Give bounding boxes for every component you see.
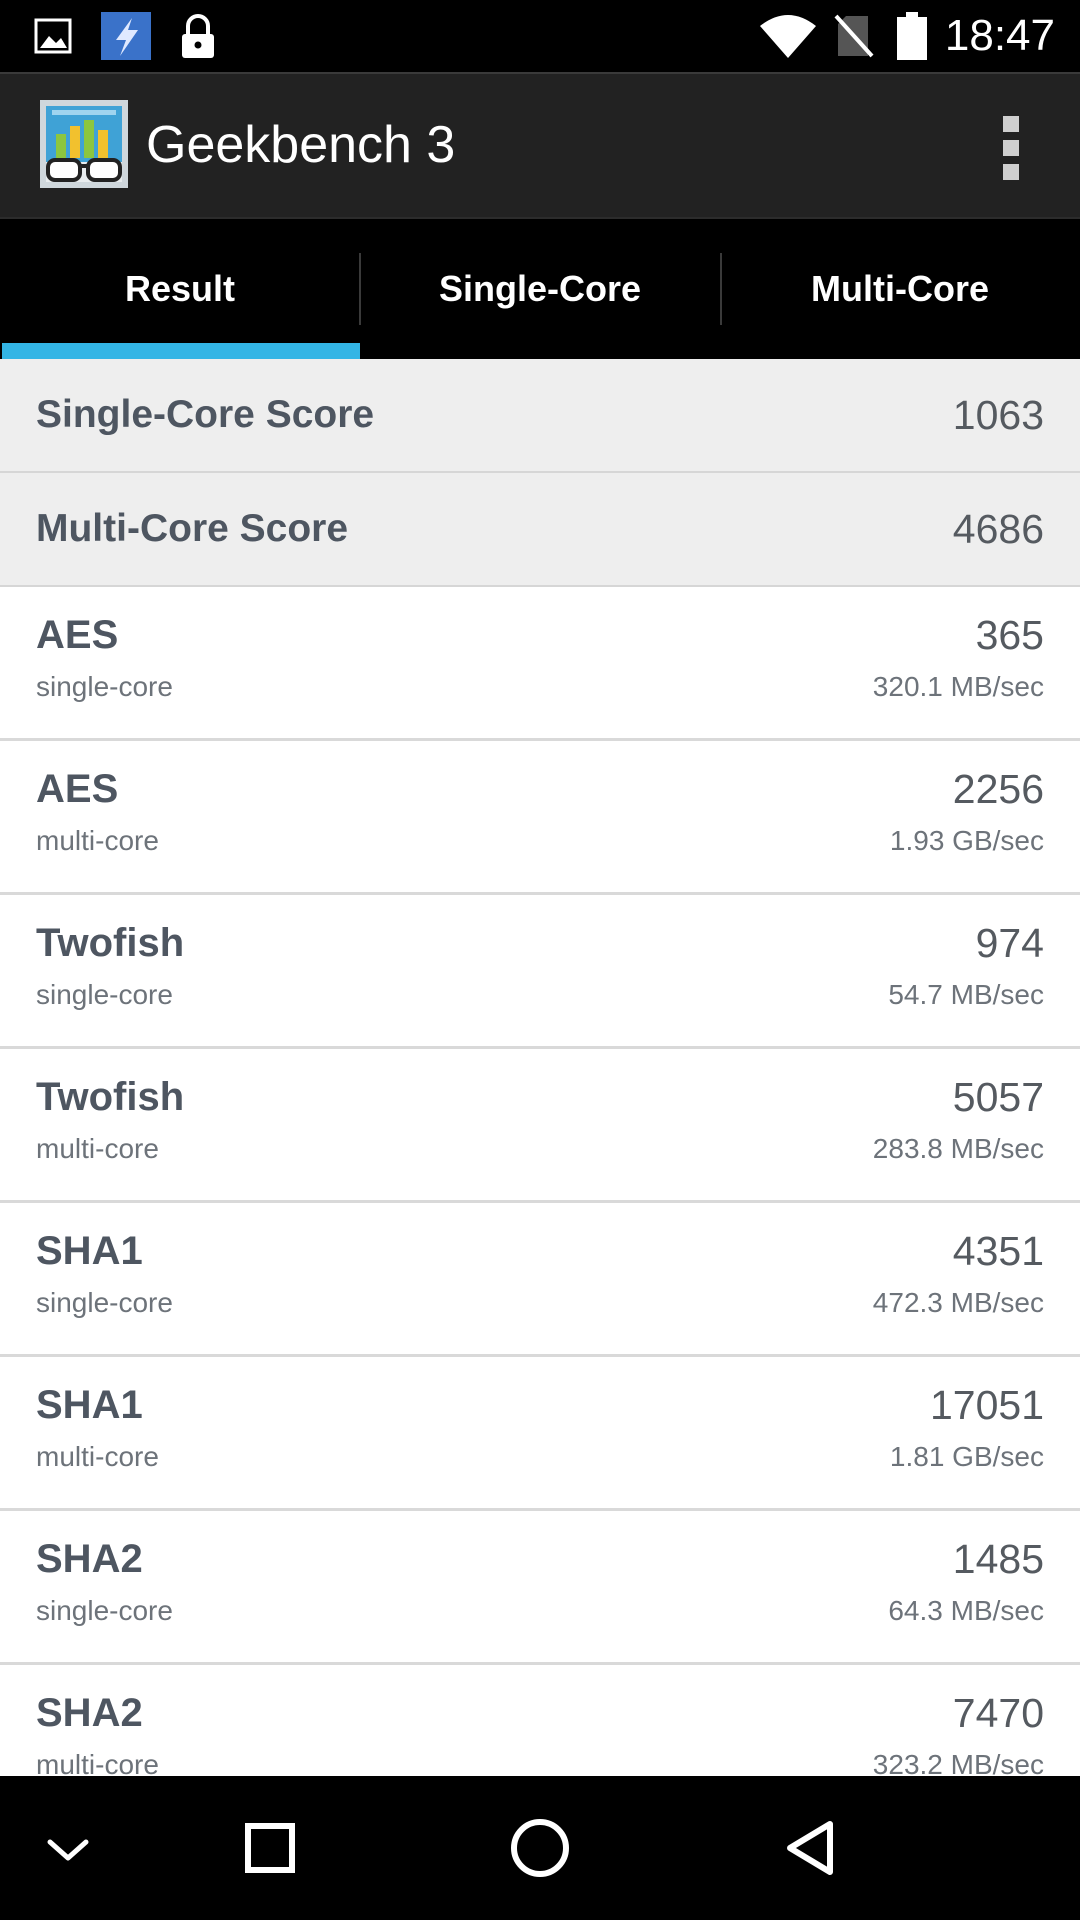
single-core-score-row: Single-Core Score 1063 xyxy=(0,359,1080,473)
list-item[interactable]: SHA2 single-core 1485 64.3 MB/sec xyxy=(0,1511,1080,1665)
score-value: 4686 xyxy=(952,506,1044,552)
overflow-menu-button[interactable] xyxy=(980,104,1040,188)
benchmark-score: 2256 xyxy=(952,766,1044,812)
app-title: Geekbench 3 xyxy=(146,116,456,174)
status-time: 18:47 xyxy=(944,11,1055,60)
benchmark-rate: 54.7 MB/sec xyxy=(888,979,1044,1010)
tab-single-core[interactable]: Single-Core xyxy=(360,219,720,359)
list-item[interactable]: AES multi-core 2256 1.93 GB/sec xyxy=(0,741,1080,895)
image-notification-icon xyxy=(34,18,72,54)
benchmark-name: AES xyxy=(36,767,119,811)
benchmark-mode: multi-core xyxy=(36,1133,159,1164)
benchmark-name: AES xyxy=(36,613,119,657)
benchmark-mode: multi-core xyxy=(36,825,159,856)
benchmark-mode: single-core xyxy=(36,671,173,702)
benchmark-score: 974 xyxy=(975,920,1044,966)
benchmark-name: Twofish xyxy=(36,921,185,965)
benchmark-mode: multi-core xyxy=(36,1441,159,1472)
benchmark-score: 4351 xyxy=(952,1228,1044,1274)
list-item[interactable]: SHA2 multi-core 7470 323.2 MB/sec xyxy=(0,1665,1080,1776)
back-icon[interactable] xyxy=(762,1800,858,1896)
list-item[interactable]: AES single-core 365 320.1 MB/sec xyxy=(0,587,1080,741)
no-sim-icon xyxy=(834,14,874,58)
tab-result[interactable]: Result xyxy=(0,219,360,359)
benchmark-score: 7470 xyxy=(952,1690,1044,1736)
benchmark-name: SHA2 xyxy=(36,1691,143,1735)
list-item[interactable]: Twofish single-core 974 54.7 MB/sec xyxy=(0,895,1080,1049)
benchmark-name: Twofish xyxy=(36,1075,185,1119)
benchmark-score: 365 xyxy=(975,612,1044,658)
recents-icon[interactable] xyxy=(222,1800,318,1896)
list-item[interactable]: SHA1 multi-core 17051 1.81 GB/sec xyxy=(0,1357,1080,1511)
score-label: Multi-Core Score xyxy=(36,507,349,550)
benchmark-score: 17051 xyxy=(929,1382,1044,1428)
benchmark-rate: 283.8 MB/sec xyxy=(872,1133,1044,1164)
score-value: 1063 xyxy=(952,392,1044,438)
overflow-menu-icon xyxy=(1003,116,1019,132)
status-bar: 18:47 xyxy=(0,0,1080,72)
benchmark-mode: single-core xyxy=(36,1595,173,1626)
benchmark-rate: 320.1 MB/sec xyxy=(872,671,1044,702)
benchmark-rate: 1.93 GB/sec xyxy=(889,825,1044,856)
geekbench-logo-icon[interactable] xyxy=(40,100,128,188)
multi-core-score-row: Multi-Core Score 4686 xyxy=(0,473,1080,587)
score-label: Single-Core Score xyxy=(36,393,375,436)
benchmark-name: SHA2 xyxy=(36,1537,143,1581)
app-notification-icon xyxy=(101,12,151,60)
tab-multi-core[interactable]: Multi-Core xyxy=(720,219,1080,359)
list-item[interactable]: SHA1 single-core 4351 472.3 MB/sec xyxy=(0,1203,1080,1357)
home-icon[interactable] xyxy=(492,1800,588,1896)
benchmark-mode: multi-core xyxy=(36,1749,159,1776)
benchmark-score: 1485 xyxy=(952,1536,1044,1582)
lock-icon xyxy=(182,14,214,58)
navigation-bar xyxy=(0,1776,1080,1920)
list-item[interactable]: Twofish multi-core 5057 283.8 MB/sec xyxy=(0,1049,1080,1203)
benchmark-mode: single-core xyxy=(36,979,173,1010)
overflow-menu-dot xyxy=(1003,140,1019,156)
tab-bar: Result Single-Core Multi-Core xyxy=(0,217,1080,359)
benchmark-name: SHA1 xyxy=(36,1383,143,1427)
battery-icon xyxy=(897,12,927,60)
action-bar: Geekbench 3 xyxy=(0,72,1080,217)
benchmark-score: 5057 xyxy=(952,1074,1044,1120)
hide-keyboard-icon[interactable] xyxy=(20,1800,116,1896)
overflow-menu-dot xyxy=(1003,164,1019,180)
benchmark-rate: 472.3 MB/sec xyxy=(872,1287,1044,1318)
benchmark-rate: 1.81 GB/sec xyxy=(889,1441,1044,1472)
results-list[interactable]: Single-Core Score 1063 Multi-Core Score … xyxy=(0,359,1080,1776)
benchmark-rate: 64.3 MB/sec xyxy=(888,1595,1044,1626)
wifi-icon xyxy=(760,15,816,58)
benchmark-rate: 323.2 MB/sec xyxy=(872,1749,1044,1776)
benchmark-mode: single-core xyxy=(36,1287,173,1318)
tab-selected-indicator xyxy=(2,343,360,359)
benchmark-name: SHA1 xyxy=(36,1229,143,1273)
